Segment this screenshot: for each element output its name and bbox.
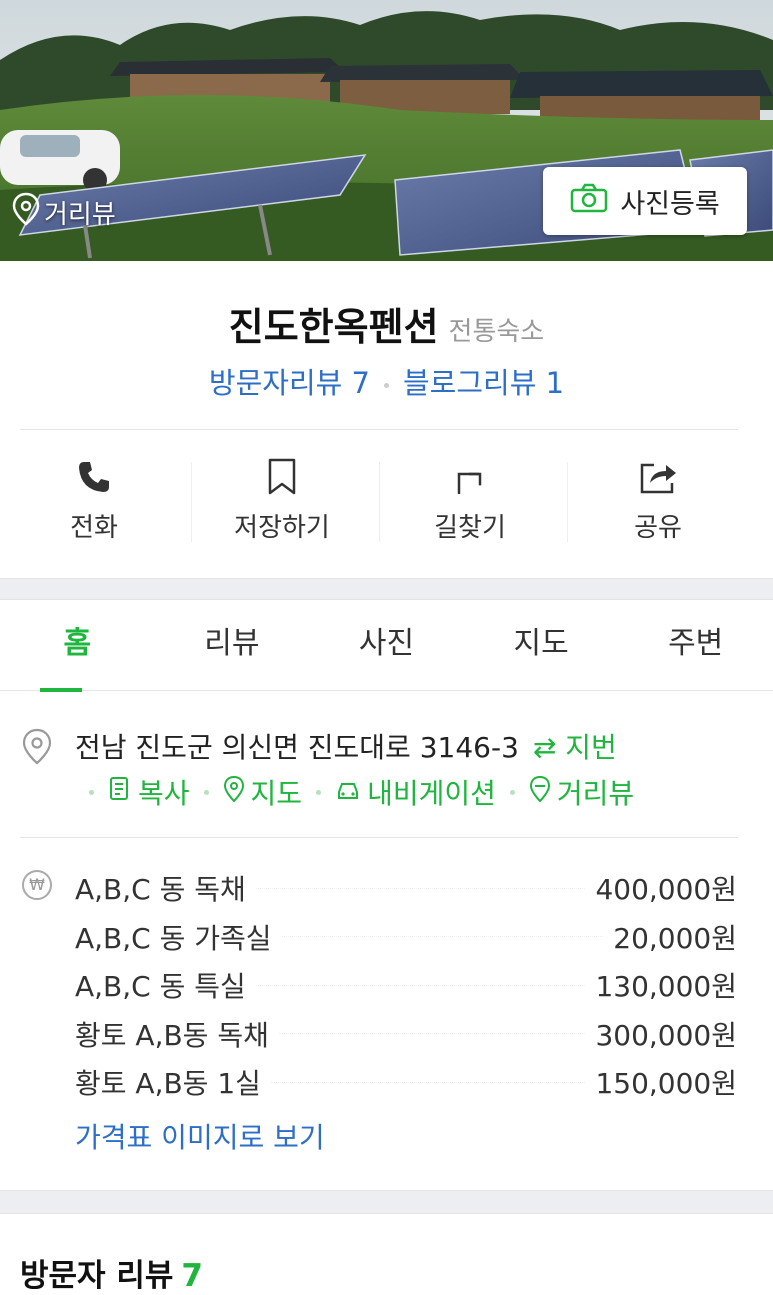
section-gap (0, 578, 773, 600)
photo-register-button[interactable]: 사진등록 (543, 167, 747, 235)
price-item-name: A,B,C 동 특실 (75, 970, 246, 1004)
directions-label: 길찾기 (434, 513, 506, 543)
link-separator-dot (509, 789, 515, 795)
share-button[interactable]: 공유 (564, 455, 752, 555)
visitor-review-link[interactable]: 방문자리뷰 7 (209, 366, 370, 400)
price-leader (270, 1081, 586, 1083)
review-summary: 방문자리뷰 7 블로그리뷰 1 (0, 360, 773, 402)
tab-reviews[interactable]: 리뷰 (155, 600, 310, 690)
price-item-value: 130,000원 (595, 970, 737, 1004)
place-category: 전통숙소 (448, 317, 545, 347)
link-separator-dot (316, 789, 322, 795)
jibun-toggle[interactable]: ⇄ 지번 (533, 731, 617, 764)
divider (20, 837, 738, 838)
camera-icon (570, 183, 608, 220)
won-icon: ₩ (22, 870, 52, 900)
price-item-value: 300,000원 (595, 1018, 737, 1052)
visitor-review-title: 방문자 리뷰 (20, 1258, 174, 1294)
price-image-link[interactable]: 가격표 이미지로 보기 (75, 1116, 325, 1156)
car-icon (335, 776, 361, 809)
map-pin-icon (223, 775, 245, 810)
bookmark-icon (267, 455, 297, 499)
action-bar: 전화 저장하기 길찾기 공유 (0, 455, 773, 555)
price-row: 황토 A,B동 1실 150,000원 (75, 1058, 737, 1107)
tab-home[interactable]: 홈 (0, 600, 155, 692)
location-pin-icon (22, 728, 52, 770)
price-item-name: A,B,C 동 독채 (75, 873, 246, 907)
place-title-row: 진도한옥펜션 전통숙소 (0, 296, 773, 351)
place-name: 진도한옥펜션 (228, 305, 439, 349)
section-gap (0, 1190, 773, 1214)
roadview-label: 거리뷰 (556, 777, 635, 810)
link-separator-dot (203, 789, 209, 795)
price-row: 황토 A,B동 독채 300,000원 (75, 1010, 737, 1059)
blog-review-link[interactable]: 블로그리뷰 1 (403, 366, 564, 400)
price-leader (278, 1033, 586, 1035)
action-separator (567, 462, 568, 542)
price-list: A,B,C 동 독채 400,000원 A,B,C 동 가족실 20,000원 A,… (75, 864, 737, 1107)
share-icon (638, 455, 678, 499)
navigation-link[interactable]: 내비게이션 (335, 772, 496, 812)
share-label: 공유 (634, 513, 682, 543)
map-link[interactable]: 지도 (223, 772, 303, 812)
directions-icon (453, 455, 487, 499)
roadview-icon (529, 775, 551, 810)
address-links: 복사 지도 내비게이션 거리뷰 (75, 772, 634, 812)
photo-register-label: 사진등록 (620, 188, 720, 220)
map-label: 지도 (250, 777, 303, 810)
tab-bar: 홈 리뷰 사진 지도 주변 (0, 600, 773, 692)
action-separator (379, 462, 380, 542)
address-text: 전남 진도군 의신면 진도대로 3146-3 (75, 731, 519, 764)
copy-label: 복사 (138, 777, 190, 810)
roadview-pin-icon (12, 192, 40, 233)
roadview-overlay[interactable]: 거리뷰 (12, 192, 116, 233)
save-label: 저장하기 (234, 513, 330, 543)
tab-map[interactable]: 지도 (464, 600, 619, 690)
price-leader (281, 936, 604, 938)
phone-icon (76, 455, 112, 499)
tab-photos[interactable]: 사진 (309, 600, 464, 690)
price-item-value: 400,000원 (595, 873, 737, 907)
address-line: 전남 진도군 의신면 진도대로 3146-3 ⇄ 지번 (75, 726, 617, 766)
price-leader (255, 887, 586, 889)
price-leader (255, 984, 586, 986)
copy-icon (108, 776, 132, 809)
price-item-value: 150,000원 (595, 1067, 737, 1101)
navigation-label: 내비게이션 (367, 777, 496, 810)
review-separator-dot (384, 382, 389, 388)
price-row: A,B,C 동 독채 400,000원 (75, 864, 737, 913)
price-item-value: 20,000원 (613, 921, 737, 955)
tab-nearby[interactable]: 주변 (618, 600, 773, 690)
save-button[interactable]: 저장하기 (188, 455, 376, 555)
price-row: A,B,C 동 특실 130,000원 (75, 961, 737, 1010)
visitor-review-heading: 방문자 리뷰 7 (20, 1250, 203, 1295)
roadview-link[interactable]: 거리뷰 (529, 772, 634, 812)
roadview-overlay-label: 거리뷰 (44, 200, 116, 230)
call-button[interactable]: 전화 (0, 455, 188, 555)
price-item-name: 황토 A,B동 독채 (75, 1018, 269, 1052)
visitor-review-count: 7 (181, 1258, 203, 1294)
price-item-name: A,B,C 동 가족실 (75, 921, 272, 955)
divider (20, 429, 738, 430)
directions-button[interactable]: 길찾기 (376, 455, 564, 555)
hero-photo[interactable]: 거리뷰 사진등록 (0, 0, 773, 261)
call-label: 전화 (70, 513, 118, 543)
action-separator (191, 462, 192, 542)
link-separator-dot (89, 789, 94, 795)
price-row: A,B,C 동 가족실 20,000원 (75, 913, 737, 962)
copy-address-button[interactable]: 복사 (108, 772, 190, 812)
price-item-name: 황토 A,B동 1실 (75, 1067, 261, 1101)
